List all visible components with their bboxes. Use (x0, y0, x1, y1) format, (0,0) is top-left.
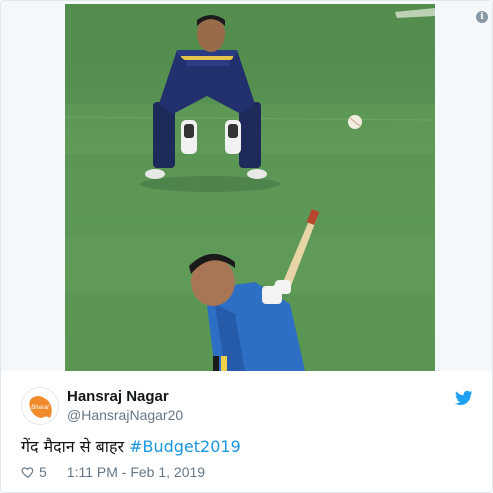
display-name[interactable]: Hansraj Nagar (67, 388, 169, 405)
heart-icon[interactable] (21, 465, 35, 479)
tweet-text-body: गेंद मैदान से बाहर (21, 437, 130, 456)
tweet-header: Bharat Hansraj Nagar @HansrajNagar20 (21, 387, 481, 425)
avatar[interactable]: Bharat (21, 387, 59, 425)
cricket-photo[interactable] (65, 4, 435, 371)
info-icon[interactable]: i (476, 11, 488, 23)
tweet-card: i Bharat Hansraj Nagar @HansrajNagar20 ग… (0, 0, 493, 493)
tweet-text: गेंद मैदान से बाहर #Budget2019 (21, 435, 241, 457)
tweet-meta: 5 1:11 PM - Feb 1, 2019 (21, 463, 205, 481)
tweet-media[interactable]: i (1, 1, 492, 371)
twitter-bird-icon[interactable] (454, 389, 473, 407)
svg-text:Bharat: Bharat (31, 405, 49, 411)
like-count[interactable]: 5 (39, 464, 47, 480)
user-handle[interactable]: @HansrajNagar20 (67, 407, 183, 423)
hashtag-link[interactable]: #Budget2019 (129, 437, 241, 456)
timestamp[interactable]: 1:11 PM - Feb 1, 2019 (67, 464, 205, 480)
